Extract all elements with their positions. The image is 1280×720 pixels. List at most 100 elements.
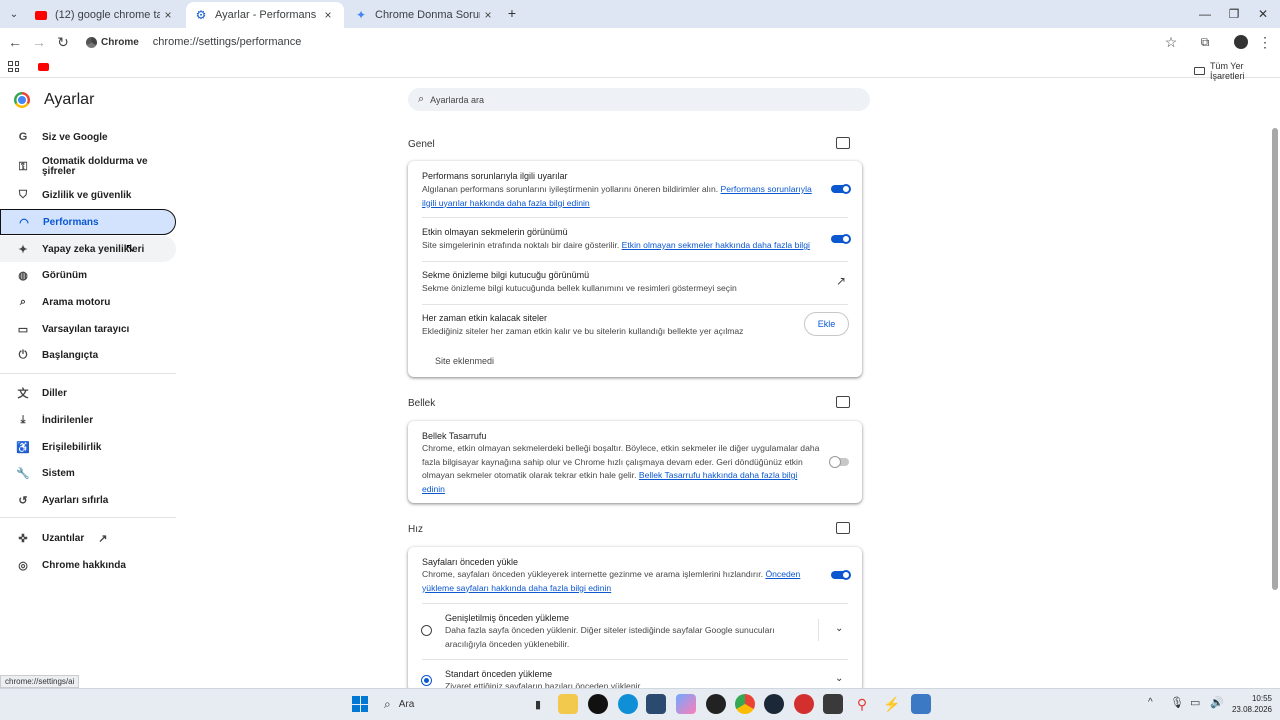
windows-start-icon[interactable] [352,696,368,712]
palette-icon: ◍ [18,269,28,282]
app-icon[interactable] [706,694,726,714]
app-icon[interactable] [911,694,931,714]
photos-icon[interactable] [676,694,696,714]
inactive-tabs-learn-more-link[interactable]: Etkin olmayan sekmeler hakkında daha faz… [622,240,810,250]
menu-icon[interactable]: ⋮ [1256,34,1274,50]
inactive-tabs-toggle[interactable] [831,234,851,244]
network-icon[interactable]: ▭ [1190,696,1200,709]
standard-preload-radio[interactable] [421,675,432,686]
sidebar-item-accessibility[interactable]: ♿ Erişilebilirlik [0,438,176,456]
all-bookmarks-label: Tüm Yer İşaretleri [1209,61,1245,81]
sidebar-item-about[interactable]: ◎ Chrome hakkında [0,556,176,574]
tray-chevron-icon[interactable]: ^ [1148,697,1153,708]
sidebar-item-downloads[interactable]: ⤓ İndirilenler [0,411,176,429]
search-icon: ⌕ [384,696,391,711]
new-tab-button[interactable]: + [504,5,520,21]
omnibox[interactable]: Chrome chrome://settings/performance [80,31,1188,53]
perf-alerts-toggle[interactable] [831,184,851,194]
reload-icon[interactable]: ↻ [54,34,72,50]
sidebar-item-default-browser[interactable]: ▭ Varsayılan tarayıcı [0,320,176,338]
bookmark-star-icon[interactable]: ☆ [1162,34,1180,50]
memory-saver-desc: Chrome, etkin olmayan sekmelerdeki belle… [422,443,820,494]
sidebar-item-privacy[interactable]: ⛉ Gizlilik ve güvenlik [0,186,176,204]
app-icon[interactable]: ⚡ [882,694,902,714]
sidebar-item-reset[interactable]: ↺ Ayarları sıfırla [0,491,176,509]
youtube-bookmark-icon[interactable] [38,63,49,71]
sidebar-item-you-and-google[interactable]: G Siz ve Google [0,128,176,146]
close-tab-icon[interactable]: × [160,8,176,22]
apps-grid-icon[interactable] [8,61,19,72]
hover-card-desc: Sekme önizleme bilgi kutucuğunda bellek … [422,283,737,293]
speed-card: Sayfaları önceden yükle Chrome, sayfalar… [408,547,862,692]
tab-title: (12) google chrome takılma sor [55,9,160,21]
tab-search-button[interactable]: ⌄ [6,6,22,22]
avatar[interactable] [1234,35,1248,49]
tab-settings-performance[interactable]: ⚙ Ayarlar - Performans × [186,2,344,28]
feedback-icon[interactable] [836,522,850,534]
add-site-button[interactable]: Ekle [804,312,849,336]
memory-card: Bellek Tasarrufu Chrome, etkin olmayan s… [408,421,862,503]
store-icon[interactable] [646,694,666,714]
microphone-icon[interactable]: 🎙 [1170,696,1184,709]
sidebar-item-performance[interactable]: ◠ Performans [0,209,176,235]
memory-saver-title: Bellek Tasarrufu [422,431,487,441]
sidebar-item-label: Siz ve Google [42,131,108,143]
settings-search-input[interactable]: ⌕ Ayarlarda ara [408,88,870,111]
site-chip[interactable]: Chrome [80,32,145,52]
wrench-icon: 🔧 [16,467,30,480]
sidebar-item-extensions[interactable]: ✜ Uzantılar ↗ [0,529,176,547]
feedback-icon[interactable] [836,137,850,149]
chevron-down-icon[interactable]: ⌄ [835,623,843,634]
sidebar-item-autofill[interactable]: ⚿ Otomatik doldurma ve şifreler [0,154,176,180]
sidebar-item-search-engine[interactable]: ⌕ Arama motoru [0,293,176,311]
row-divider [422,603,848,604]
sidebar-item-on-startup[interactable]: ⏻ Başlangıçta [0,346,176,364]
folder-icon[interactable] [558,694,578,714]
preload-toggle[interactable] [831,570,851,580]
memory-saver-toggle[interactable] [830,457,849,467]
chrome-logo-icon [14,92,30,108]
back-icon[interactable]: ← [6,34,24,50]
app-icon[interactable] [588,694,608,714]
sidebar-item-ai[interactable]: ✦ Yapay zeka yenilikleri [0,236,176,262]
clock[interactable]: 10:55 23.08.2026 [1226,693,1272,715]
sidebar-item-system[interactable]: 🔧 Sistem [0,464,176,482]
sidebar-item-label: Diller [42,387,68,399]
tab-youtube[interactable]: (12) google chrome takılma sor × [26,2,184,28]
sidebar-item-label: Başlangıçta [42,349,99,361]
extended-preload-radio[interactable] [421,625,432,636]
app-icon[interactable] [794,694,814,714]
sidebar-item-label: Uzantılar [42,532,85,544]
general-card: Performans sorunlarıyla ilgili uyarılar … [408,161,862,377]
app-icon[interactable] [823,694,843,714]
accessibility-icon: ♿ [16,441,30,454]
external-link-icon[interactable]: ↗ [836,274,846,288]
extensions-icon[interactable]: ⧉ [1196,34,1214,50]
edge-icon[interactable] [618,694,638,714]
gear-icon: ⚙ [195,8,207,22]
sidebar-item-label: Chrome hakkında [42,559,126,571]
bookmarks-bar: Tüm Yer İşaretleri [0,56,1280,81]
feedback-icon[interactable] [836,396,850,408]
clock-date: 23.08.2026 [1231,705,1272,714]
chevron-down-icon[interactable]: ⌄ [835,673,843,684]
standard-preload-title: Standart önceden yükleme [445,669,553,679]
chrome-icon[interactable] [735,694,755,714]
close-window-button[interactable]: ✕ [1246,0,1280,28]
taskbar-search[interactable]: ⌕ Ara [378,693,528,715]
translate-icon: 文 [17,388,29,400]
tab-chrome-freeze[interactable]: ✦ Chrome Donma Sorunu Çözüm × [346,2,504,28]
close-tab-icon[interactable]: × [480,8,496,22]
all-bookmarks[interactable]: Tüm Yer İşaretleri [1194,61,1280,81]
steam-icon[interactable] [764,694,784,714]
close-tab-icon[interactable]: × [320,8,336,22]
sidebar-item-appearance[interactable]: ◍ Görünüm [0,266,176,284]
sidebar-item-languages[interactable]: 文 Diller [0,384,176,402]
forward-icon[interactable]: → [30,34,48,50]
volume-icon[interactable]: 🔊 [1210,696,1224,709]
scrollbar-thumb[interactable] [1272,128,1278,590]
app-icon[interactable]: ⚲ [852,694,872,714]
file-manager-icon[interactable]: ▮ [528,694,548,714]
shield-icon: ⛉ [18,188,28,201]
speedometer-icon: ◠ [19,216,29,229]
